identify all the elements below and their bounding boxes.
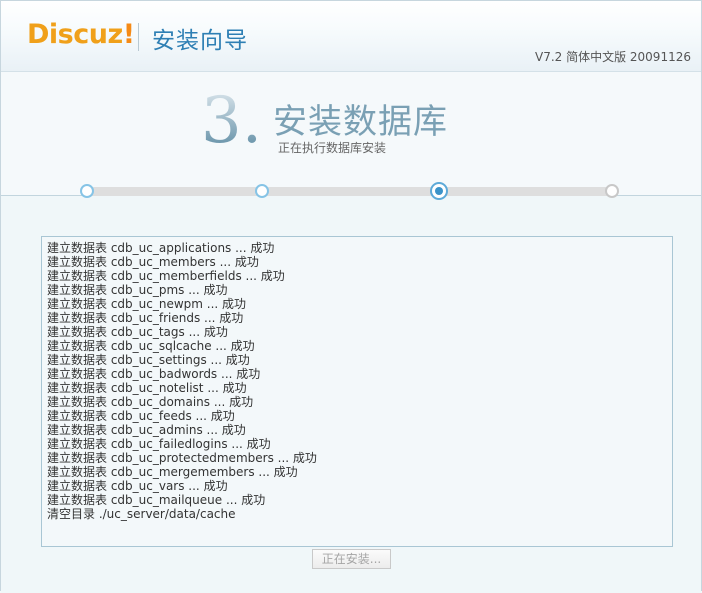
log-line: 建立数据表 cdb_uc_mailqueue ... 成功	[47, 493, 266, 507]
log-line: 建立数据表 cdb_uc_newpm ... 成功	[47, 297, 247, 311]
log-line: 建立数据表 cdb_uc_badwords ... 成功	[47, 367, 261, 381]
log-line: 建立数据表 cdb_uc_pms ... 成功	[47, 283, 228, 297]
install-log[interactable]: 建立数据表 cdb_uc_applications ... 成功 建立数据表 cd…	[41, 236, 673, 547]
step-1-dot	[80, 184, 94, 198]
step-subtitle: 正在执行数据库安装	[278, 141, 387, 155]
installing-button[interactable]: 正在安装...	[312, 549, 391, 569]
header-divider-line	[1, 71, 701, 72]
logo-text: Discuz	[27, 19, 123, 50]
installer-window: Discuz! 安装向导 V7.2 简体中文版 20091126 3. 安装数据…	[0, 0, 702, 593]
version-label: V7.2 简体中文版 20091126	[534, 50, 691, 64]
header-divider	[138, 23, 139, 51]
step-2-dot	[255, 184, 269, 198]
header: Discuz! 安装向导 V7.2 简体中文版 20091126	[1, 1, 701, 71]
log-line: 建立数据表 cdb_uc_sqlcache ... 成功	[47, 339, 255, 353]
step-4-dot	[605, 184, 619, 198]
discuz-logo: Discuz!	[27, 19, 135, 50]
log-line: 建立数据表 cdb_uc_admins ... 成功	[47, 423, 246, 437]
log-line: 建立数据表 cdb_uc_protectedmembers ... 成功	[47, 451, 317, 465]
log-line: 建立数据表 cdb_uc_feeds ... 成功	[47, 409, 235, 423]
wizard-title: 安装向导	[152, 28, 248, 54]
log-line: 清空目录 ./uc_server/data/cache	[47, 507, 236, 521]
log-line: 建立数据表 cdb_uc_tags ... 成功	[47, 325, 228, 339]
log-line: 建立数据表 cdb_uc_failedlogins ... 成功	[47, 437, 271, 451]
log-line: 建立数据表 cdb_uc_friends ... 成功	[47, 311, 244, 325]
log-line: 建立数据表 cdb_uc_members ... 成功	[47, 255, 259, 269]
logo-bang: !	[122, 19, 135, 50]
step-number: 3.	[201, 85, 263, 153]
step-title: 安装数据库	[273, 102, 448, 142]
log-line: 建立数据表 cdb_uc_notelist ... 成功	[47, 381, 247, 395]
log-line: 建立数据表 cdb_uc_applications ... 成功	[47, 241, 275, 255]
log-line: 建立数据表 cdb_uc_mergemembers ... 成功	[47, 465, 298, 479]
log-line: 建立数据表 cdb_uc_vars ... 成功	[47, 479, 228, 493]
step-3-dot-current	[430, 182, 448, 200]
log-line: 建立数据表 cdb_uc_domains ... 成功	[47, 395, 254, 409]
log-line: 建立数据表 cdb_uc_memberfields ... 成功	[47, 269, 285, 283]
progress-track	[87, 187, 613, 196]
log-line: 建立数据表 cdb_uc_settings ... 成功	[47, 353, 250, 367]
